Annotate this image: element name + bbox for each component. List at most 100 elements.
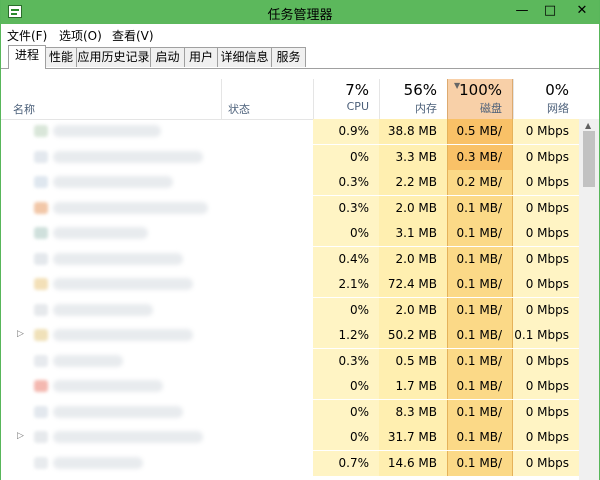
table-row[interactable]: 0.3%2.0 MB0.1 MB/秒0 Mbps [1,195,579,240]
process-icon [34,201,48,214]
memory-cell: 2.0 MB [379,297,447,323]
cpu-cell: 0% [313,425,379,450]
minimize-button[interactable]: — [507,0,537,22]
menu-options[interactable]: 选项(O) [59,27,102,44]
process-name-blurred [53,227,148,239]
memory-cell: 2.2 MB [379,170,447,195]
tab-performance[interactable]: 性能 [45,47,77,67]
cpu-cell: 2.1% [313,272,379,297]
table-row[interactable]: 0%8.3 MB0.1 MB/秒0 Mbps [1,399,579,444]
menu-bar: 文件(F) 选项(O) 查看(V) [1,24,599,44]
disk-cell: 0.1 MB/秒 [447,323,513,367]
network-cell: 0 Mbps [513,119,579,144]
disk-percent: 100% [459,81,502,99]
maximize-button[interactable]: □ [535,0,565,22]
disk-cell: 0.1 MB/秒 [447,297,513,342]
table-row[interactable]: 0.3%0.5 MB0.1 MB/秒0 Mbps [1,348,579,393]
tab-processes[interactable]: 进程 [8,45,46,69]
header-disk[interactable]: ▼ 100% 磁盘 [447,79,513,119]
cpu-cell: 0% [313,374,379,399]
expand-arrow-icon[interactable]: ▷ [17,431,24,441]
vertical-scrollbar[interactable]: ▲ [579,119,599,480]
header-network[interactable]: 0% 网络 [513,79,579,119]
menu-file[interactable]: 文件(F) [7,27,47,44]
disk-cell: 0.3 MB/秒 [447,144,513,189]
tab-users[interactable]: 用户 [184,47,218,67]
cpu-cell: 0% [313,399,379,425]
process-icon [34,176,48,188]
tab-startup[interactable]: 启动 [150,47,185,67]
header-name[interactable]: 名称 [13,101,35,117]
process-name-blurred [53,176,173,188]
disk-cell: 0.1 MB/秒 [447,348,513,393]
cpu-label: CPU [346,100,369,113]
table-row[interactable]: 0.9%38.8 MB0.5 MB/秒0 Mbps [1,119,579,163]
memory-cell: 8.3 MB [379,399,447,425]
process-name-blurred [53,405,183,418]
process-icon [34,125,48,137]
table-row[interactable]: 0%3.1 MB0.1 MB/秒0 Mbps [1,221,579,265]
table-row[interactable]: ▷ 1.2%50.2 MB0.1 MB/秒0.1 Mbps [1,323,579,367]
header-memory[interactable]: 56% 内存 [379,79,447,119]
disk-cell: 0.1 MB/秒 [447,221,513,265]
menu-view[interactable]: 查看(V) [112,27,154,44]
memory-cell: 0.5 MB [379,348,447,374]
process-name-blurred [53,303,153,316]
process-name-blurred [53,329,193,341]
cpu-cell: 0% [313,221,379,246]
cpu-cell: 0.4% [313,246,379,272]
process-name-blurred [53,431,203,443]
memory-cell: 3.1 MB [379,221,447,246]
tab-details[interactable]: 详细信息 [217,47,272,67]
disk-cell: 0.5 MB/秒 [447,119,513,163]
header-cpu[interactable]: 7% CPU [313,79,379,119]
network-cell: 0 Mbps [513,195,579,221]
table-row[interactable]: 0.7%14.6 MB0.1 MB/秒0 Mbps [1,450,579,476]
process-name-blurred [53,456,143,469]
process-icon [34,380,48,392]
close-button[interactable]: ✕ [565,0,599,22]
disk-cell: 0.1 MB/秒 [447,246,513,291]
expand-arrow-icon[interactable]: ▷ [17,329,24,339]
memory-cell: 50.2 MB [379,323,447,348]
network-cell: 0 Mbps [513,221,579,246]
table-row[interactable]: ▷ 0%31.7 MB0.1 MB/秒0 Mbps [1,425,579,469]
scrollbar-thumb[interactable] [583,131,595,187]
table-row[interactable]: 0.3%2.2 MB0.2 MB/秒0 Mbps [1,170,579,214]
table-row[interactable]: 0%2.0 MB0.1 MB/秒0 Mbps [1,297,579,342]
process-icon [34,329,48,341]
network-cell: 0 Mbps [513,399,579,425]
network-cell: 0 Mbps [513,450,579,476]
network-percent: 0% [545,81,569,99]
memory-cell: 1.7 MB [379,374,447,399]
disk-cell: 0.2 MB/秒 [447,170,513,214]
cpu-cell: 0.3% [313,170,379,195]
memory-cell: 2.0 MB [379,195,447,221]
process-name-blurred [53,252,183,265]
scroll-up-icon[interactable]: ▲ [585,121,591,130]
memory-percent: 56% [403,81,437,99]
disk-cell: 0.1 MB/秒 [447,425,513,469]
table-row[interactable]: 0.4%2.0 MB0.1 MB/秒0 Mbps [1,246,579,291]
process-name-blurred [53,201,208,214]
task-manager-window: 任务管理器 — □ ✕ 文件(F) 选项(O) 查看(V) 进程 性能 应用历史… [0,0,600,480]
table-row[interactable]: 2.1%72.4 MB0.1 MB/秒0 Mbps [1,272,579,316]
table-row[interactable]: 0%1.7 MB0.1 MB/秒0 Mbps [1,374,579,418]
table-row[interactable]: 0%3.3 MB0.3 MB/秒0 Mbps [1,144,579,189]
cpu-cell: 0.3% [313,195,379,221]
disk-cell: 0.1 MB/秒 [447,374,513,418]
tab-services[interactable]: 服务 [271,47,306,67]
process-icon [34,405,48,418]
network-cell: 0 Mbps [513,246,579,272]
network-cell: 0 Mbps [513,272,579,297]
network-label: 网络 [547,102,569,115]
memory-cell: 14.6 MB [379,450,447,476]
process-icon [34,456,48,469]
network-cell: 0 Mbps [513,144,579,170]
tab-app-history[interactable]: 应用历史记录 [76,47,151,67]
header-status-cell[interactable]: 状态 [221,79,313,119]
cpu-cell: 0.3% [313,348,379,374]
title-bar[interactable]: 任务管理器 — □ ✕ [1,0,599,24]
process-name-blurred [53,278,193,290]
process-name-blurred [53,354,123,367]
